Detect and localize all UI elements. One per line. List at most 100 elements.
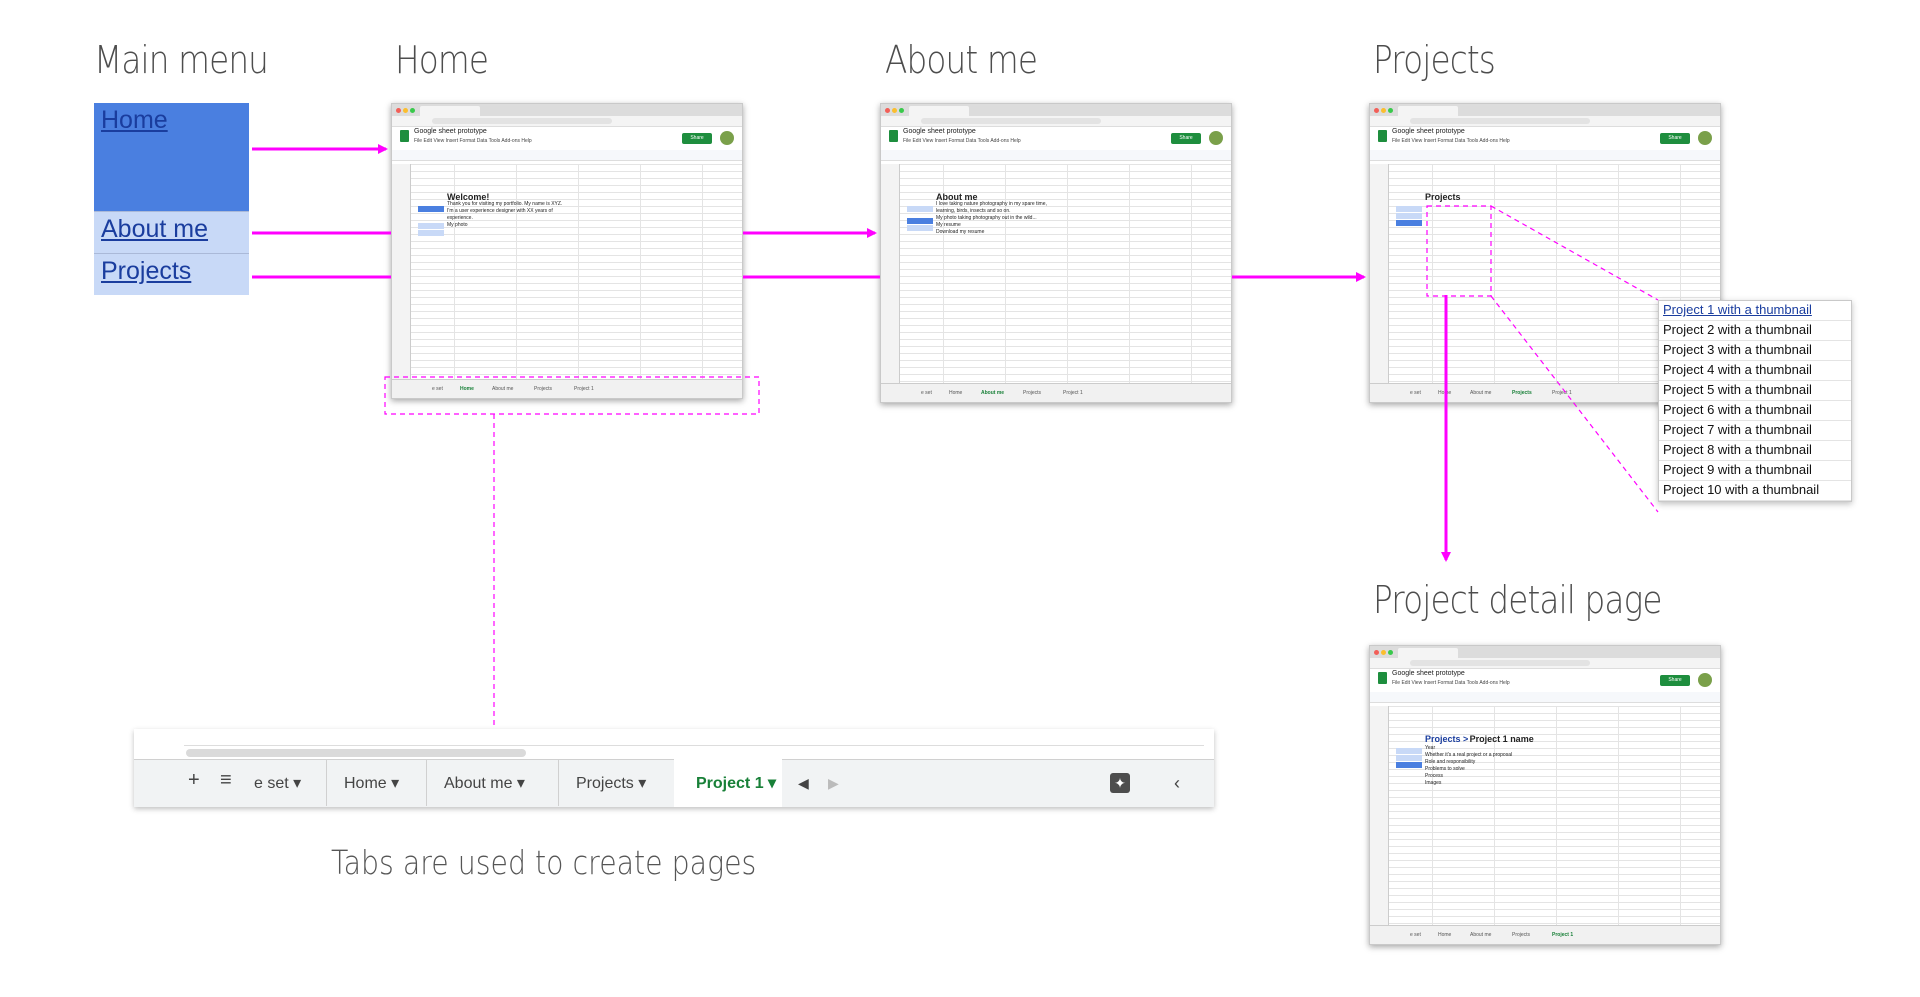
big-tab-projects[interactable]: Projects ▾: [576, 773, 646, 793]
tab-home[interactable]: Home: [460, 386, 474, 392]
tab-partial[interactable]: e set: [432, 386, 443, 392]
project-list-item[interactable]: Project 7 with a thumbnail: [1659, 421, 1851, 441]
home-line: Thank you for visiting my portfolio. My …: [447, 201, 563, 207]
big-tab-partial[interactable]: e set ▾: [254, 773, 301, 793]
tab-projects[interactable]: Projects: [1023, 390, 1041, 396]
menubar: File Edit View Insert Format Data Tools …: [903, 138, 1021, 144]
tab-projects[interactable]: Projects: [1512, 390, 1532, 396]
project-list-item[interactable]: Project 8 with a thumbnail: [1659, 441, 1851, 461]
project-list-item[interactable]: Project 3 with a thumbnail: [1659, 341, 1851, 361]
main-menu-title: Main menu: [94, 38, 269, 82]
menu-projects-link[interactable]: Projects: [94, 253, 249, 295]
share-button[interactable]: Share: [1660, 675, 1690, 686]
tab-about[interactable]: About me: [1470, 932, 1491, 938]
about-title: About me: [885, 38, 1038, 82]
tab-project1[interactable]: Project 1: [574, 386, 594, 392]
doc-name: Google sheet prototype: [1392, 128, 1465, 135]
share-button[interactable]: Share: [1660, 133, 1690, 144]
about-line: I love taking nature photography in my s…: [936, 201, 1047, 207]
tab-project1[interactable]: Project 1: [1552, 932, 1573, 938]
add-sheet-icon[interactable]: +: [188, 769, 200, 792]
menu-home-link[interactable]: Home: [94, 103, 249, 211]
detail-line: Whether it's a real project or a proposa…: [1425, 752, 1513, 758]
nav-cell-about[interactable]: [907, 218, 933, 224]
project-detail-screenshot: Google sheet prototype File Edit View In…: [1369, 645, 1721, 945]
scrollbar-thumb[interactable]: [186, 749, 526, 757]
home-line: I'm a user experience designer with XX y…: [447, 208, 553, 214]
share-button[interactable]: Share: [682, 133, 712, 144]
tab-about[interactable]: About me: [981, 390, 1004, 396]
nav-cell-projects[interactable]: [1396, 220, 1422, 226]
nav-cell-about[interactable]: [418, 223, 444, 229]
caption: Tabs are used to create pages: [331, 843, 757, 882]
menubar: File Edit View Insert Format Data Tools …: [1392, 680, 1510, 686]
tab-project1[interactable]: Project 1: [1063, 390, 1083, 396]
home-line: My photo: [447, 222, 468, 228]
detail-line: Images: [1425, 780, 1442, 786]
sheets-icon: [1378, 130, 1387, 142]
project-list-item[interactable]: Project 9 with a thumbnail: [1659, 461, 1851, 481]
avatar: [1698, 673, 1712, 687]
about-line: learning, birds, insects and so on.: [936, 208, 1011, 214]
avatar: [1698, 131, 1712, 145]
tab-project1[interactable]: Project 1: [1552, 390, 1572, 396]
tab-partial[interactable]: e set: [1410, 390, 1421, 396]
nav-cell-home[interactable]: [1396, 748, 1422, 754]
tab-home[interactable]: Home: [949, 390, 962, 396]
home-heading: Welcome!: [447, 192, 490, 202]
zoomed-tabbar: + ≡ e set ▾ Home ▾ About me ▾ Projects ▾…: [134, 729, 1214, 807]
tab-about[interactable]: About me: [1470, 390, 1491, 396]
about-screenshot: Google sheet prototype File Edit View In…: [880, 103, 1232, 403]
menubar: File Edit View Insert Format Data Tools …: [1392, 138, 1510, 144]
next-tab-icon[interactable]: ▶: [828, 775, 839, 792]
share-button[interactable]: Share: [1171, 133, 1201, 144]
big-tab-about[interactable]: About me ▾: [444, 773, 525, 793]
collapse-icon[interactable]: ‹: [1174, 773, 1180, 794]
big-tab-home[interactable]: Home ▾: [344, 773, 399, 793]
nav-cell-home[interactable]: [418, 206, 444, 212]
nav-cell-projects[interactable]: [907, 225, 933, 231]
tab-projects[interactable]: Projects: [534, 386, 552, 392]
tab-partial[interactable]: e set: [921, 390, 932, 396]
projects-heading: Projects: [1425, 192, 1461, 202]
big-tab-project1[interactable]: Project 1 ▾: [696, 773, 776, 793]
detail-line: Problems to solve: [1425, 766, 1465, 772]
avatar: [1209, 131, 1223, 145]
menu-about-link[interactable]: About me: [94, 211, 249, 253]
project-list-item[interactable]: Project 6 with a thumbnail: [1659, 401, 1851, 421]
tab-home[interactable]: Home: [1438, 390, 1451, 396]
main-menu: Home About me Projects: [94, 103, 249, 295]
project-list-item[interactable]: Project 10 with a thumbnail: [1659, 481, 1851, 501]
home-title: Home: [395, 38, 489, 82]
projects-title: Projects: [1373, 38, 1496, 82]
sheets-icon: [1378, 672, 1387, 684]
avatar: [720, 131, 734, 145]
home-screenshot: Google sheet prototype File Edit View In…: [391, 103, 743, 399]
explore-icon[interactable]: ✦: [1110, 773, 1130, 793]
project-list-item[interactable]: Project 5 with a thumbnail: [1659, 381, 1851, 401]
doc-name: Google sheet prototype: [1392, 670, 1465, 677]
nav-cell-projects[interactable]: [418, 230, 444, 236]
project-list-item[interactable]: Project 4 with a thumbnail: [1659, 361, 1851, 381]
detail-line: Year: [1425, 745, 1436, 751]
nav-cell-home[interactable]: [907, 206, 933, 212]
project-list-item[interactable]: Project 2 with a thumbnail: [1659, 321, 1851, 341]
tab-partial[interactable]: e set: [1410, 932, 1421, 938]
about-line: My resume: [936, 222, 961, 228]
nav-cell-about[interactable]: [1396, 755, 1422, 761]
nav-cell-about[interactable]: [1396, 213, 1422, 219]
doc-name: Google sheet prototype: [903, 128, 976, 135]
detail-line: Process: [1425, 773, 1444, 779]
about-heading: About me: [936, 192, 978, 202]
detail-breadcrumb[interactable]: Projects >: [1425, 734, 1468, 744]
project-list-item[interactable]: Project 1 with a thumbnail: [1659, 301, 1851, 321]
tab-about[interactable]: About me: [492, 386, 513, 392]
tab-projects[interactable]: Projects: [1512, 932, 1530, 938]
detail-line: Role and responsibility: [1425, 759, 1476, 765]
nav-cell-home[interactable]: [1396, 206, 1422, 212]
all-sheets-icon[interactable]: ≡: [220, 769, 232, 792]
tab-home[interactable]: Home: [1438, 932, 1451, 938]
project-list: Project 1 with a thumbnail Project 2 wit…: [1658, 300, 1852, 502]
nav-cell-projects[interactable]: [1396, 762, 1422, 768]
prev-tab-icon[interactable]: ◀: [798, 775, 809, 792]
